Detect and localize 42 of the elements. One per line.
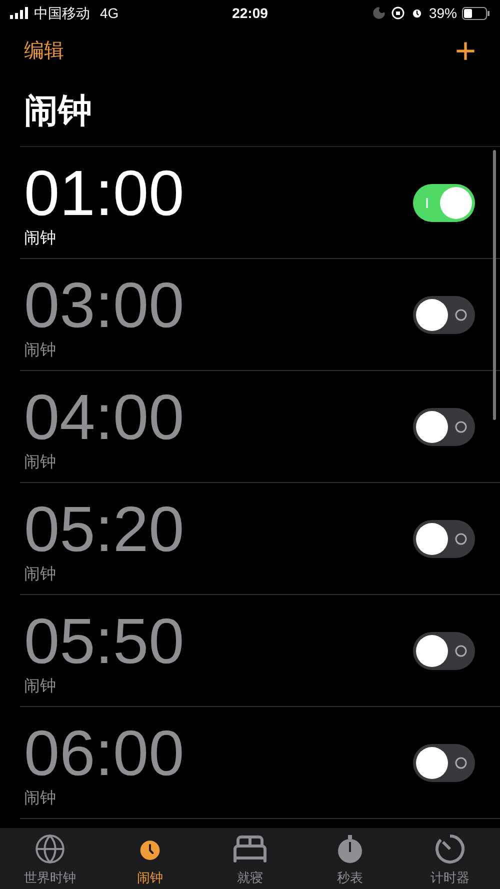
tab[interactable]: 秒表 xyxy=(310,830,390,888)
off-mark-icon xyxy=(454,532,468,546)
timer-icon xyxy=(434,832,466,865)
alarm-toggle[interactable] xyxy=(413,744,475,782)
stopwatch-icon xyxy=(335,832,365,865)
alarm-label: 闹钟 xyxy=(24,452,57,472)
alarm-toggle[interactable] xyxy=(413,184,475,222)
alarm-label: 闹钟 xyxy=(24,788,57,808)
moon-icon xyxy=(372,6,386,20)
off-mark-icon xyxy=(454,420,468,434)
alarm-toggle[interactable] xyxy=(413,520,475,558)
edit-button[interactable]: 编辑 xyxy=(24,36,64,66)
alarm-toggle[interactable] xyxy=(413,296,475,334)
alarm-toggle[interactable] xyxy=(413,632,475,670)
alarm-time: 03:00 xyxy=(24,268,184,340)
alarm-time: 05:20 xyxy=(24,492,184,564)
alarm-label: 闹钟 xyxy=(24,228,57,248)
tab[interactable]: 闹钟 xyxy=(110,830,190,888)
alarm-label: 闹钟 xyxy=(24,676,57,696)
add-button[interactable]: + xyxy=(454,33,476,69)
tab[interactable]: 就寝 xyxy=(210,830,290,888)
globe-icon xyxy=(34,832,66,865)
alarm-label: 闹钟 xyxy=(24,564,57,584)
clock-time: 22:09 xyxy=(232,4,268,22)
battery-percent: 39% xyxy=(428,4,457,22)
tab[interactable]: 世界时钟 xyxy=(10,830,90,888)
alarm-toggle[interactable] xyxy=(413,408,475,446)
off-mark-icon xyxy=(454,644,468,658)
alarm-time: 04:00 xyxy=(24,380,184,452)
alarm-time: 01:00 xyxy=(24,156,184,228)
tab[interactable]: 计时器 xyxy=(410,830,490,888)
page-title: 闹钟 xyxy=(23,90,93,132)
battery-icon xyxy=(462,6,490,20)
network-type: 4G xyxy=(100,4,119,22)
alarm-time: 05:50 xyxy=(24,604,184,676)
carrier-name: 中国移动 xyxy=(34,4,90,22)
signal-icon xyxy=(10,7,30,19)
alarm-time: 06:00 xyxy=(24,716,184,788)
off-mark-icon xyxy=(454,308,468,322)
rotation-lock-icon xyxy=(390,6,405,20)
off-mark-icon xyxy=(454,756,468,770)
alarm-label: 闹钟 xyxy=(24,340,57,360)
